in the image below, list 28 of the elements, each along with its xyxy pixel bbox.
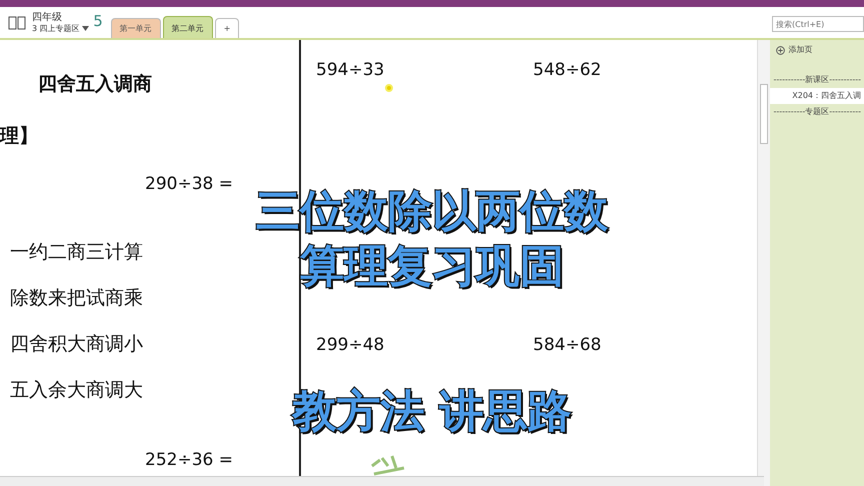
note-text: 一约二商三计算: [10, 240, 143, 265]
math-expression: 594÷33: [316, 59, 384, 82]
note-text: 四舍积大商调小: [10, 332, 143, 357]
note-text: 五入余大商调大: [10, 378, 143, 403]
vertical-scrollbar[interactable]: [756, 40, 770, 486]
math-expression: 584÷68: [533, 334, 602, 357]
section-tab[interactable]: 第一单元: [110, 18, 161, 38]
note-text: 除数来把试商乘: [10, 286, 143, 311]
section-tab[interactable]: 第二单元: [162, 16, 213, 38]
dropdown-icon[interactable]: [82, 26, 90, 32]
heading-text: 四舍五入调商: [38, 72, 152, 97]
plus-icon: [776, 46, 786, 54]
horizontal-scrollbar[interactable]: [0, 476, 764, 486]
page-item[interactable]: X204：四舍五入调: [770, 88, 864, 104]
add-page-button[interactable]: 添加页: [770, 40, 864, 60]
math-expression: 548÷62: [533, 59, 602, 82]
math-expression: 299÷48: [316, 334, 384, 357]
section-tab[interactable]: +: [214, 18, 240, 38]
section-group-name[interactable]: 3 四上专题区: [32, 24, 80, 33]
section-divider-label[interactable]: -----------专题区-----------: [770, 104, 864, 120]
notebook-name[interactable]: 四年级: [32, 12, 90, 23]
math-expression: 252÷36 =: [145, 449, 233, 472]
search-field[interactable]: 搜索(Ctrl+E): [772, 16, 864, 32]
section-divider-label[interactable]: -----------新课区-----------: [770, 72, 864, 88]
notebook-icon[interactable]: [8, 16, 26, 30]
math-expression: 290÷38 =: [145, 173, 233, 196]
cursor-dot: [385, 84, 393, 92]
back-label[interactable]: 5: [93, 10, 103, 32]
